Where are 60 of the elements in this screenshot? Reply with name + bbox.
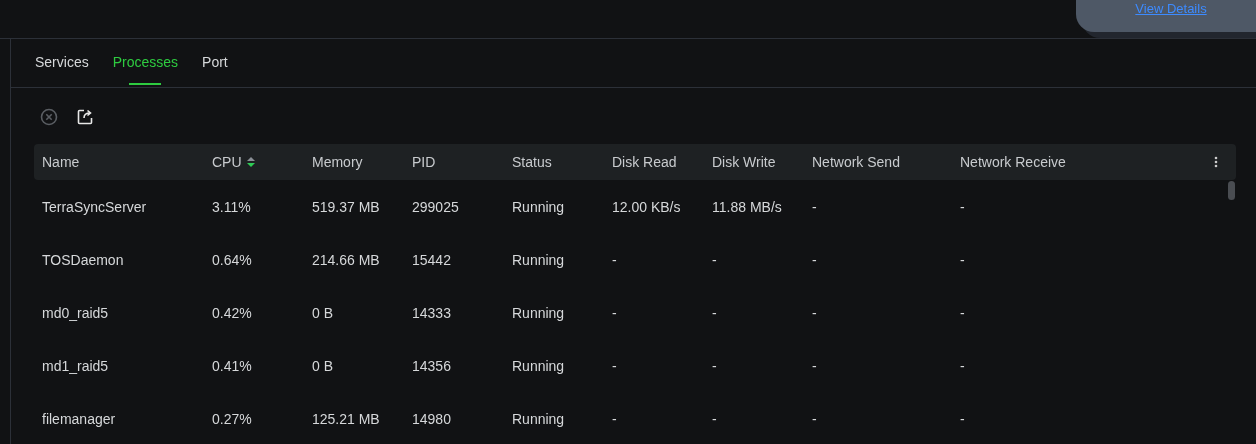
table-cell: -	[812, 410, 817, 427]
table-cell: -	[712, 251, 717, 268]
table-cell: -	[612, 357, 617, 374]
table-cell: 214.66 MB	[312, 251, 380, 268]
table-cell: -	[712, 410, 717, 427]
table-cell: -	[712, 357, 717, 374]
table-cell: Running	[512, 357, 565, 374]
table-cell: Running	[512, 410, 565, 427]
table-cell: -	[812, 304, 817, 321]
table-cell: 0.42%	[212, 304, 252, 321]
column-header[interactable]: Disk Read	[612, 154, 677, 170]
table-cell: md0_raid5	[42, 304, 109, 321]
table-cell: -	[712, 304, 717, 321]
table-cell: Running	[512, 251, 565, 268]
table-cell: 519.37 MB	[312, 198, 380, 215]
table-cell: 11.88 MB/s	[712, 198, 782, 215]
column-header[interactable]: Name	[42, 154, 80, 170]
table-cell: TOSDaemon	[42, 251, 124, 268]
table-cell: TerraSyncServer	[42, 198, 147, 215]
table-cell: 14980	[412, 410, 451, 427]
table-cell: -	[612, 304, 617, 321]
table-cell: -	[812, 357, 817, 374]
table-cell: 0 B	[312, 357, 333, 374]
table-cell: -	[960, 357, 965, 374]
table-cell: 125.21 MB	[312, 410, 380, 427]
scrollbar-thumb[interactable]	[1228, 181, 1235, 200]
table-cell: 0 B	[312, 304, 333, 321]
tab[interactable]: Services	[23, 39, 101, 87]
table-cell: Running	[512, 198, 565, 215]
table-cell: -	[960, 304, 965, 321]
table-cell: 3.11%	[212, 198, 251, 215]
table-cell: Running	[512, 304, 565, 321]
column-header[interactable]: Disk Write	[712, 154, 776, 170]
column-header[interactable]: Network Send	[812, 154, 900, 170]
export-icon[interactable]	[76, 108, 94, 126]
table-cell: 299025	[412, 198, 459, 215]
column-header[interactable]: PID	[412, 154, 436, 170]
table-cell: -	[960, 410, 965, 427]
column-header[interactable]: Memory	[312, 154, 363, 170]
sort-icon[interactable]	[246, 156, 255, 168]
table-cell: -	[612, 410, 617, 427]
column-header[interactable]: CPU	[212, 154, 242, 170]
tab[interactable]: Port	[190, 39, 240, 87]
table-cell: -	[612, 251, 617, 268]
more-icon[interactable]	[1214, 156, 1218, 168]
table-cell: 14333	[412, 304, 451, 321]
table-cell: 15442	[412, 251, 451, 268]
table-cell: md1_raid5	[42, 357, 109, 374]
table-cell: 12.00 KB/s	[612, 198, 681, 215]
table-cell: -	[960, 251, 965, 268]
table-cell: 0.41%	[212, 357, 252, 374]
column-header[interactable]: Status	[512, 154, 552, 170]
table-cell: 14356	[412, 357, 451, 374]
table-cell: 0.27%	[212, 410, 252, 427]
table-cell: 0.64%	[212, 251, 252, 268]
table-cell: -	[960, 198, 965, 215]
table-cell: -	[812, 198, 817, 215]
column-header[interactable]: Network Receive	[960, 154, 1066, 170]
table-cell: filemanager	[42, 410, 116, 427]
table-cell: -	[812, 251, 817, 268]
